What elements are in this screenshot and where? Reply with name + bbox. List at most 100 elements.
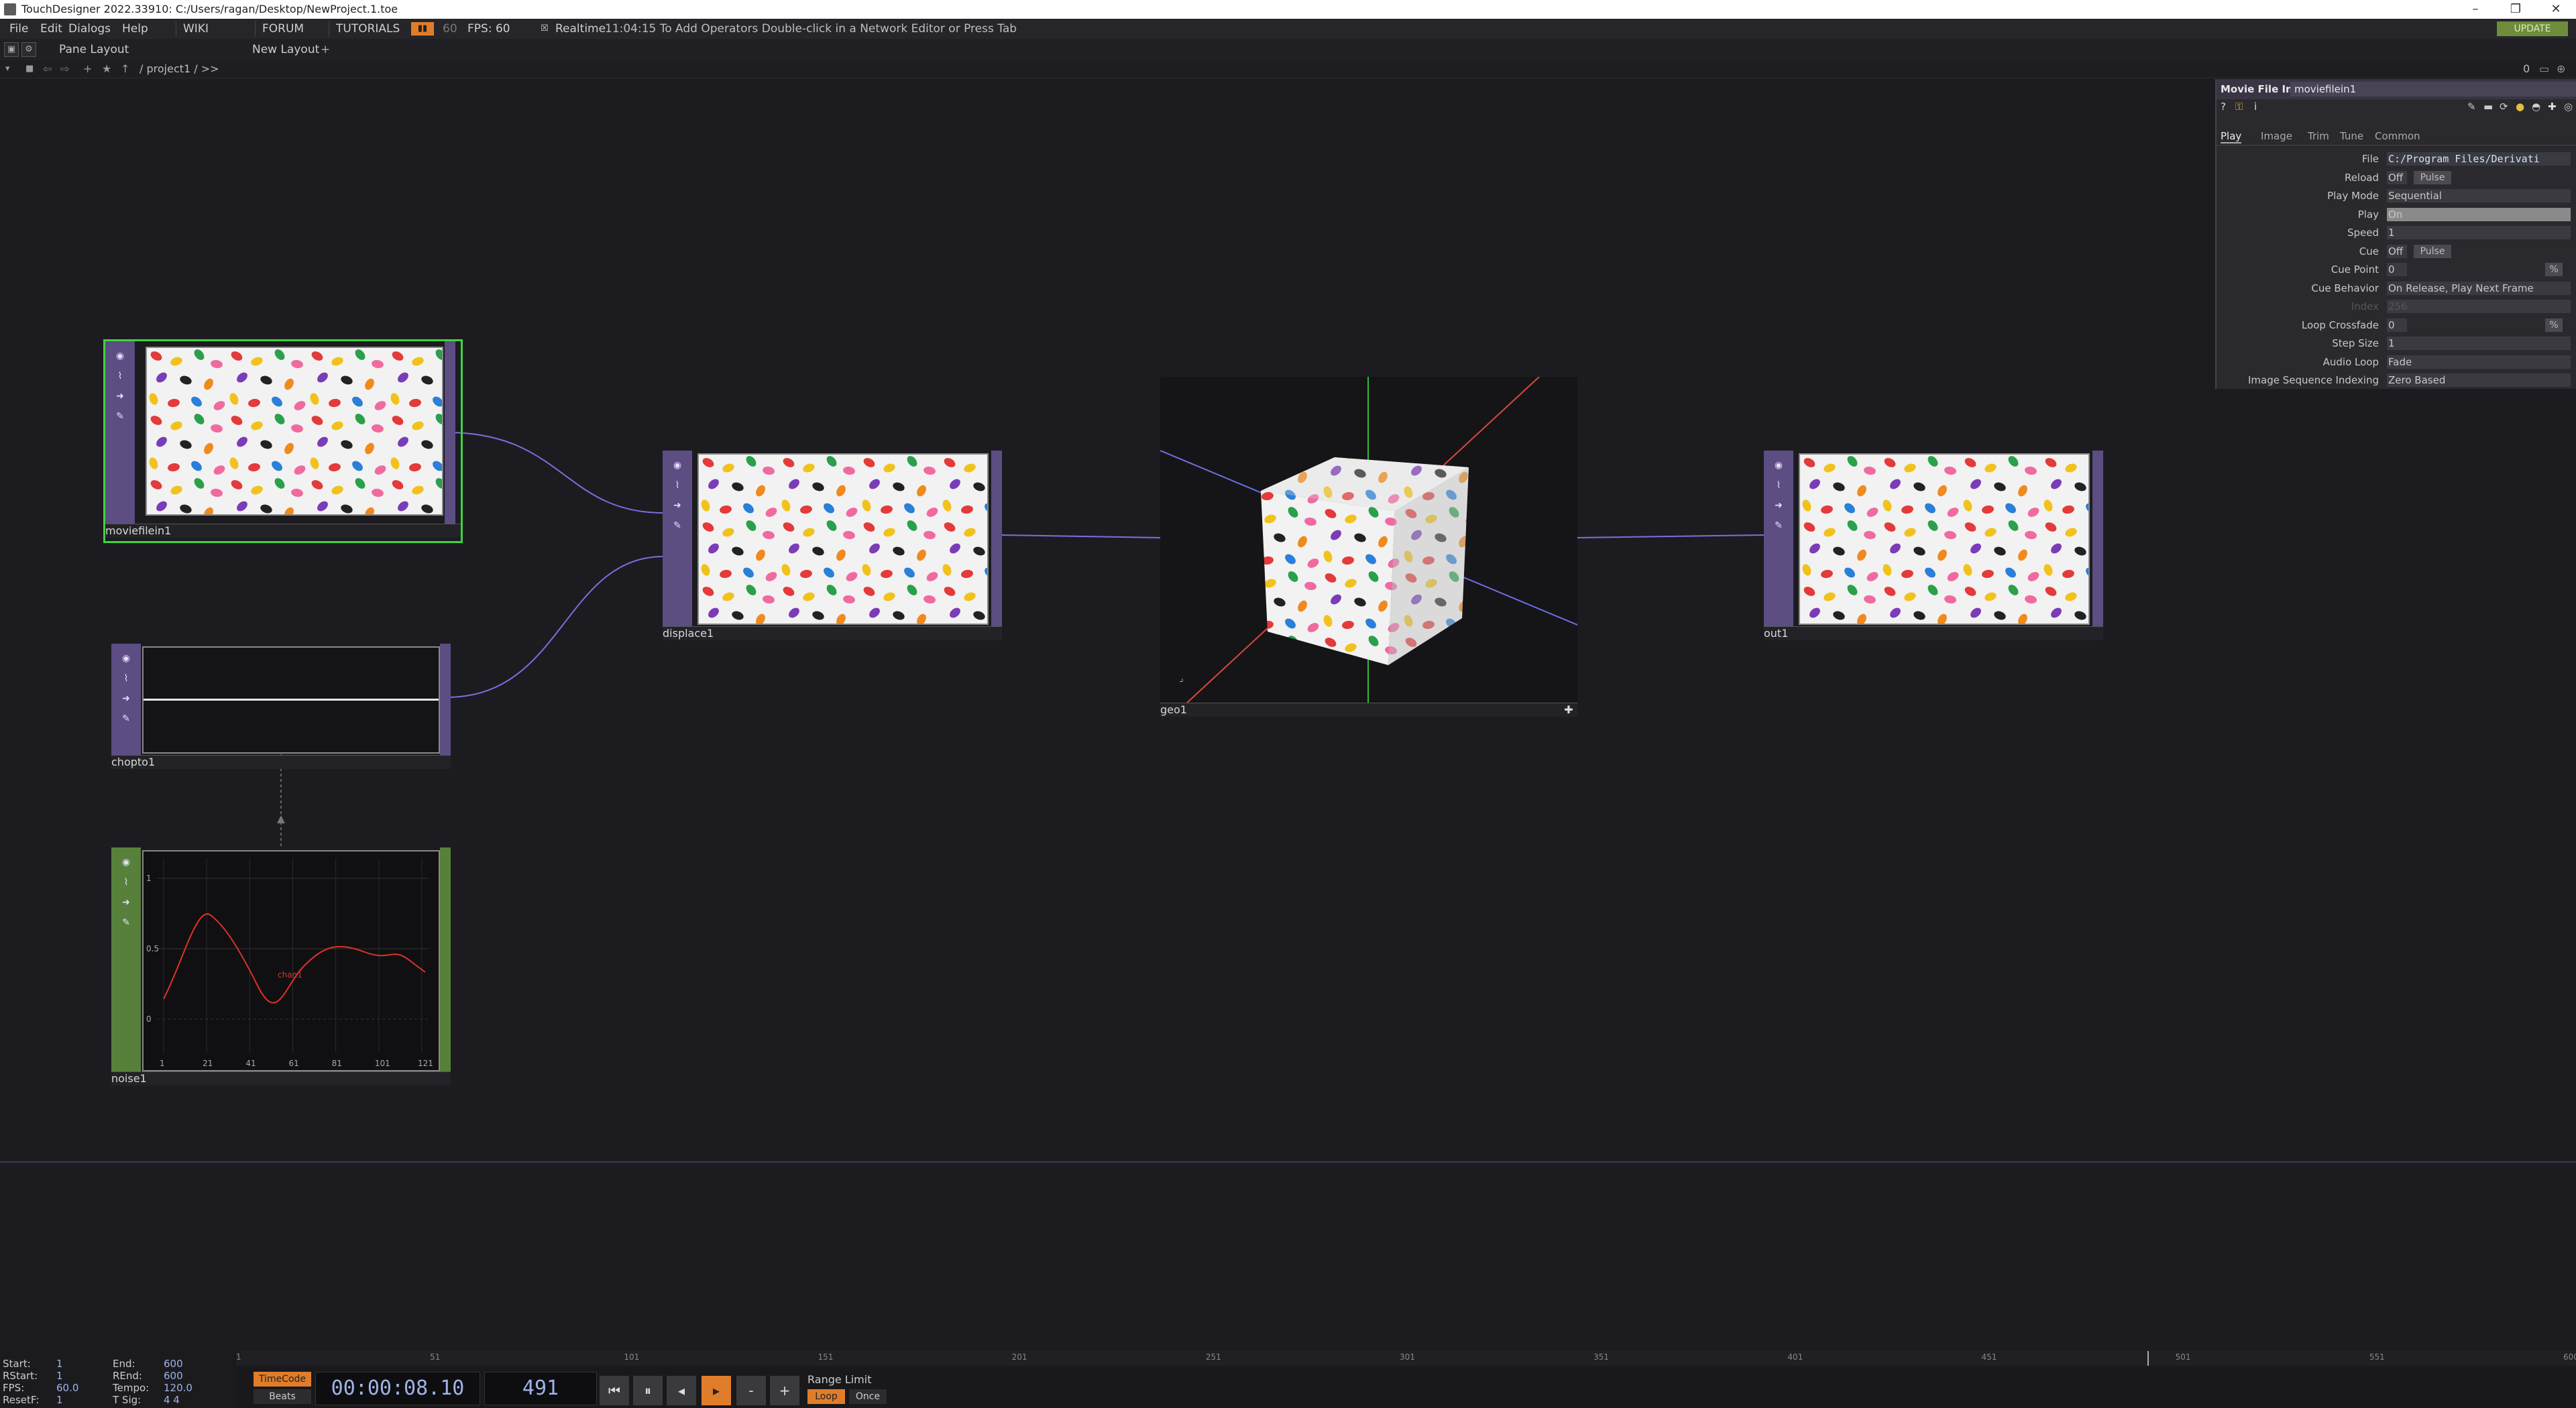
- node-label[interactable]: moviefilein1: [105, 524, 461, 538]
- moviefilein-preview: [146, 347, 443, 516]
- node-label[interactable]: out1: [1764, 626, 2103, 640]
- node-noise[interactable]: ◉ ⌇ ➜ ✎ 1 0.5 0 1 21 41 61 81 101 121 chan1 noise1: [111, 847, 451, 1086]
- timeline-info-value[interactable]: 4 4: [164, 1394, 180, 1406]
- param-field[interactable]: [2387, 207, 2571, 221]
- viewer-icon[interactable]: ◉: [121, 857, 131, 868]
- timeline-info-value[interactable]: 600: [164, 1370, 183, 1382]
- param-value[interactable]: C:/Program Files/Derivati: [2388, 150, 2540, 168]
- node-output-strip[interactable]: [440, 847, 451, 1071]
- timeline-info-value[interactable]: 1: [56, 1358, 63, 1370]
- timeline-info-value[interactable]: 60.0: [56, 1382, 78, 1394]
- node-output-strip[interactable]: [991, 451, 1002, 626]
- node-label[interactable]: chopto1: [111, 755, 451, 769]
- param-value[interactable]: 256: [2388, 298, 2408, 315]
- param-value[interactable]: 1: [2388, 335, 2395, 352]
- node-geo[interactable]: ⌟ geo1 ✚: [1160, 377, 1577, 717]
- color-icon[interactable]: ●: [2516, 101, 2524, 113]
- timeline-info-value[interactable]: 120.0: [164, 1382, 192, 1394]
- step-forward-frame-icon[interactable]: +: [770, 1376, 799, 1405]
- beats-button[interactable]: Beats: [254, 1389, 311, 1404]
- bypass-icon[interactable]: ⌇: [672, 480, 683, 491]
- timeline-ruler[interactable]: 151101151201251301351401451501551600: [236, 1351, 2576, 1366]
- once-button[interactable]: Once: [849, 1389, 887, 1404]
- param-field[interactable]: [2387, 355, 2571, 369]
- lock-icon[interactable]: ➜: [1773, 500, 1784, 511]
- expand-icon[interactable]: ◓: [2532, 101, 2540, 113]
- timecode-button[interactable]: TimeCode: [254, 1372, 311, 1387]
- python-help-icon[interactable]: ⚿: [2235, 101, 2243, 113]
- compare-icon[interactable]: ⟳: [2500, 101, 2508, 113]
- lock-icon[interactable]: ➜: [121, 693, 131, 704]
- viewer-icon[interactable]: ◉: [1773, 460, 1784, 471]
- node-label[interactable]: geo1: [1160, 703, 1577, 717]
- param-field[interactable]: [2387, 300, 2571, 313]
- node-moviefilein[interactable]: ◉ ⌇ ➜ ✎ moviefilein1: [103, 339, 463, 543]
- param-value[interactable]: Sequential: [2388, 187, 2442, 204]
- node-label[interactable]: noise1: [111, 1071, 451, 1086]
- bypass-icon[interactable]: ⌇: [1773, 480, 1784, 491]
- bypass-icon[interactable]: ⌇: [121, 877, 131, 888]
- node-displace[interactable]: ◉ ⌇ ➜ ✎ displace1: [663, 451, 1002, 640]
- timecode-display[interactable]: 00:00:08.10: [315, 1372, 480, 1405]
- tab-trim[interactable]: Trim: [2308, 130, 2329, 142]
- param-value[interactable]: 0: [2388, 316, 2395, 334]
- timeline-info-value[interactable]: 1: [56, 1370, 63, 1382]
- add-param-icon[interactable]: ✚: [2548, 101, 2557, 113]
- tab-tune[interactable]: Tune: [2340, 130, 2363, 142]
- bypass-icon[interactable]: ⌇: [115, 371, 125, 382]
- rewind-icon[interactable]: ⏮: [600, 1376, 629, 1405]
- node-output-strip[interactable]: [2092, 451, 2103, 626]
- param-value[interactable]: Zero Based: [2388, 371, 2445, 389]
- playhead[interactable]: [2147, 1351, 2149, 1366]
- display-icon[interactable]: ✎: [121, 713, 131, 724]
- param-value[interactable]: On Release, Play Next Frame: [2388, 280, 2534, 297]
- viewer-icon[interactable]: ◉: [121, 653, 131, 664]
- step-back-frame-icon[interactable]: -: [736, 1376, 766, 1405]
- viewer-icon[interactable]: ◉: [672, 460, 683, 471]
- param-row: Speed 1: [2217, 224, 2576, 241]
- pause-icon[interactable]: ⏸: [633, 1376, 663, 1405]
- target-icon[interactable]: ◎: [2564, 101, 2573, 113]
- unit-menu[interactable]: %: [2545, 318, 2563, 332]
- edit-icon[interactable]: ✎: [2467, 101, 2476, 113]
- param-value[interactable]: Fade: [2388, 353, 2412, 371]
- comment-icon[interactable]: ▬: [2483, 101, 2493, 113]
- help-icon[interactable]: ?: [2221, 101, 2226, 113]
- param-value[interactable]: 0: [2388, 261, 2395, 278]
- pulse-button[interactable]: Pulse: [2414, 244, 2451, 258]
- unit-menu[interactable]: %: [2545, 263, 2563, 276]
- param-value[interactable]: Off: [2388, 169, 2403, 186]
- info-icon[interactable]: i: [2254, 101, 2257, 113]
- frame-display[interactable]: 491: [484, 1372, 597, 1405]
- tab-image[interactable]: Image: [2261, 130, 2292, 142]
- geo-add-icon[interactable]: ✚: [1563, 704, 1575, 716]
- step-back-icon[interactable]: ◂: [667, 1376, 696, 1405]
- operator-name-field[interactable]: moviefilein1: [2290, 82, 2576, 97]
- display-icon[interactable]: ✎: [1773, 520, 1784, 531]
- node-out[interactable]: ◉ ⌇ ➜ ✎ out1: [1764, 451, 2103, 640]
- param-value[interactable]: On: [2388, 206, 2402, 223]
- node-label[interactable]: displace1: [663, 626, 1002, 640]
- lock-icon[interactable]: ➜: [672, 500, 683, 511]
- param-value[interactable]: Off: [2388, 243, 2403, 260]
- bypass-icon[interactable]: ⌇: [121, 673, 131, 684]
- tab-common[interactable]: Common: [2375, 130, 2420, 142]
- timeline-info-value[interactable]: 1: [56, 1394, 63, 1406]
- pulse-button[interactable]: Pulse: [2414, 170, 2451, 184]
- node-output-strip[interactable]: [445, 341, 455, 524]
- display-icon[interactable]: ✎: [115, 411, 125, 422]
- loop-button[interactable]: Loop: [807, 1389, 845, 1404]
- display-icon[interactable]: ✎: [672, 520, 683, 531]
- viewer-icon[interactable]: ◉: [115, 351, 125, 361]
- param-value[interactable]: 1: [2388, 224, 2395, 241]
- param-field[interactable]: [2387, 337, 2571, 350]
- timeline-info-value[interactable]: 600: [164, 1358, 183, 1370]
- node-chopto[interactable]: ◉ ⌇ ➜ ✎ chopto1: [111, 644, 451, 769]
- tab-play[interactable]: Play: [2221, 130, 2242, 143]
- lock-icon[interactable]: ➜: [115, 391, 125, 402]
- param-field[interactable]: [2387, 226, 2571, 239]
- play-icon[interactable]: ▸: [702, 1376, 731, 1405]
- display-icon[interactable]: ✎: [121, 917, 131, 928]
- node-output-strip[interactable]: [440, 644, 451, 755]
- lock-icon[interactable]: ➜: [121, 897, 131, 908]
